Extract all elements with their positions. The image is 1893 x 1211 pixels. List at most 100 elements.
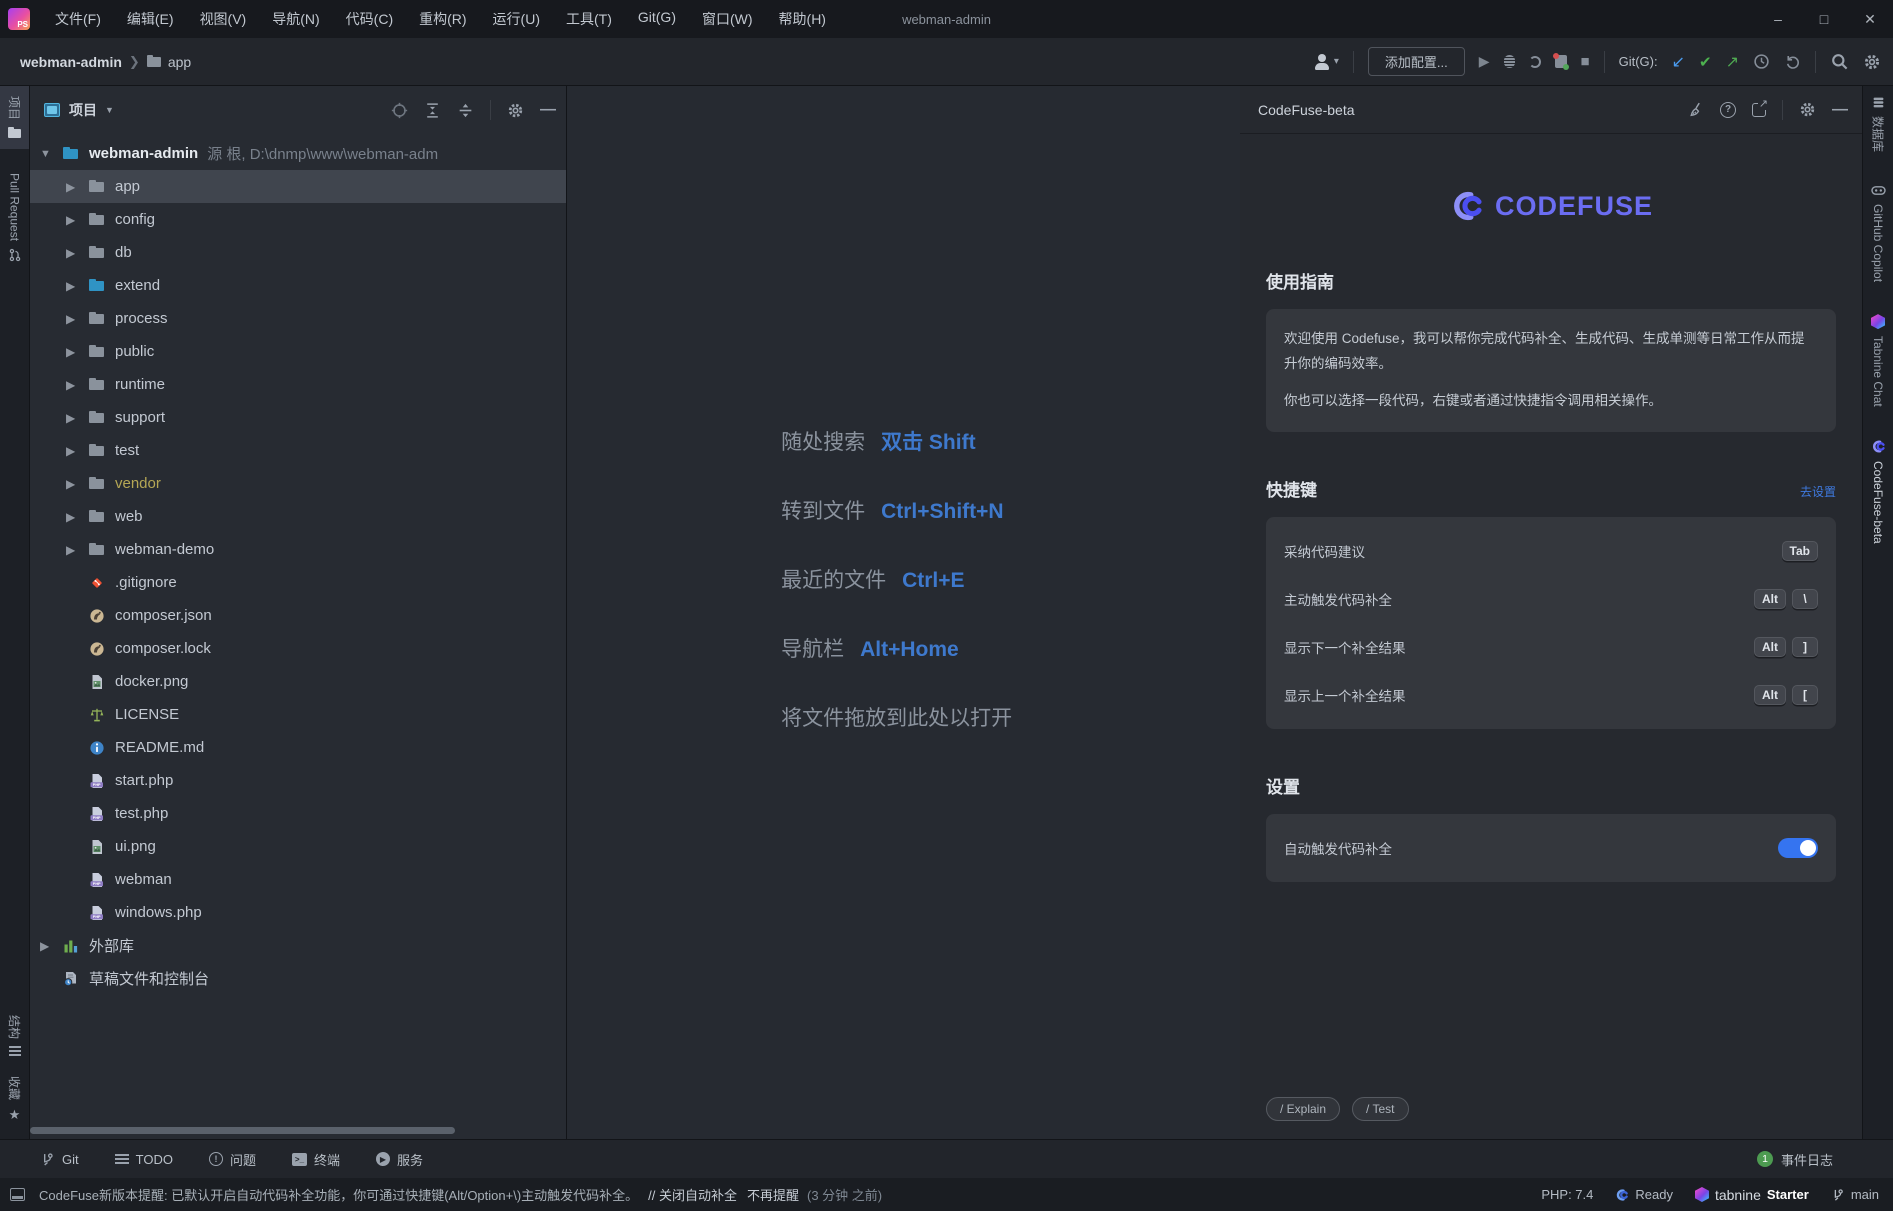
toggle-panels-icon[interactable]: [10, 1188, 25, 1201]
tool-button-problems[interactable]: ! 问题: [209, 1150, 256, 1169]
chevron-collapsed-icon[interactable]: ▶: [66, 246, 88, 260]
tree-item-support[interactable]: ▶ support: [30, 401, 566, 434]
tool-button-structure[interactable]: 结构: [0, 1005, 29, 1066]
chevron-collapsed-icon[interactable]: ▶: [66, 444, 88, 458]
coverage-icon[interactable]: [1529, 56, 1541, 68]
maximize-button[interactable]: □: [1801, 0, 1847, 38]
mute-reminder-link[interactable]: 不再提醒: [747, 1185, 799, 1204]
tool-button-git[interactable]: Git: [40, 1152, 79, 1167]
tree-item-app[interactable]: ▶ app: [30, 170, 566, 203]
tree-item-gitignore[interactable]: .gitignore: [30, 566, 566, 599]
tree-item-process[interactable]: ▶ process: [30, 302, 566, 335]
tree-item-runtime[interactable]: ▶ runtime: [30, 368, 566, 401]
search-icon[interactable]: [1830, 52, 1849, 71]
tree-item-config[interactable]: ▶ config: [30, 203, 566, 236]
chevron-collapsed-icon[interactable]: ▶: [66, 312, 88, 326]
rollback-icon[interactable]: [1784, 53, 1801, 70]
tool-button-services[interactable]: ▶ 服务: [376, 1150, 423, 1169]
tree-item-composer-lock[interactable]: composer.lock: [30, 632, 566, 665]
close-button[interactable]: ✕: [1847, 0, 1893, 38]
event-log-button[interactable]: 事件日志: [1781, 1150, 1833, 1169]
history-icon[interactable]: [1753, 53, 1770, 70]
menu-file[interactable]: 文件(F): [44, 5, 112, 33]
menu-refactor[interactable]: 重构(R): [408, 5, 477, 33]
codefuse-settings-gear-icon[interactable]: [1799, 101, 1816, 118]
menu-run[interactable]: 运行(U): [482, 5, 551, 33]
chevron-collapsed-icon[interactable]: ▶: [66, 378, 88, 392]
tree-item-scratches[interactable]: 草稿文件和控制台: [30, 962, 566, 995]
git-branch-widget[interactable]: main: [1831, 1187, 1879, 1202]
tree-item-public[interactable]: ▶ public: [30, 335, 566, 368]
tree-item-windows-php[interactable]: PHP windows.php: [30, 896, 566, 929]
run-icon[interactable]: ▶: [1479, 53, 1490, 70]
tree-item-start-php[interactable]: PHP start.php: [30, 764, 566, 797]
git-update-icon[interactable]: ↙: [1672, 52, 1685, 72]
tool-button-project[interactable]: 项目: [0, 86, 29, 149]
stop-icon[interactable]: ■: [1581, 53, 1590, 70]
tool-button-todo[interactable]: TODO: [115, 1152, 173, 1167]
open-in-browser-icon[interactable]: [1752, 103, 1766, 117]
git-push-icon[interactable]: ↗: [1726, 52, 1739, 72]
menu-navigate[interactable]: 导航(N): [261, 5, 330, 33]
chevron-collapsed-icon[interactable]: ▶: [66, 180, 88, 194]
php-version-widget[interactable]: PHP: 7.4: [1541, 1187, 1593, 1202]
tree-item-web[interactable]: ▶ web: [30, 500, 566, 533]
project-panel-title[interactable]: 项目: [69, 100, 97, 120]
tree-item-root[interactable]: ▼ webman-admin 源 根, D:\dnmp\www\webman-a…: [30, 137, 566, 170]
settings-gear-icon[interactable]: [1863, 53, 1881, 71]
clear-broom-icon[interactable]: [1687, 101, 1704, 118]
chevron-collapsed-icon[interactable]: ▶: [66, 345, 88, 359]
tool-button-tabnine[interactable]: Tabnine Chat: [1863, 304, 1893, 417]
chevron-collapsed-icon[interactable]: ▶: [66, 543, 88, 557]
chevron-collapsed-icon[interactable]: ▶: [66, 213, 88, 227]
auto-trigger-toggle[interactable]: [1778, 838, 1818, 858]
tree-item-composer-json[interactable]: composer.json: [30, 599, 566, 632]
test-command-chip[interactable]: / Test: [1352, 1097, 1408, 1121]
tree-item-test-php[interactable]: PHP test.php: [30, 797, 566, 830]
hide-panel-icon[interactable]: —: [1832, 101, 1848, 119]
chevron-expanded-icon[interactable]: ▼: [40, 148, 62, 160]
locate-file-icon[interactable]: [391, 102, 408, 119]
go-to-settings-link[interactable]: 去设置: [1800, 483, 1836, 500]
menu-tools[interactable]: 工具(T): [555, 5, 623, 33]
hide-panel-icon[interactable]: —: [540, 101, 556, 119]
tree-item-external-libraries[interactable]: ▶ 外部库: [30, 929, 566, 962]
menu-git[interactable]: Git(G): [627, 5, 687, 33]
tool-button-terminal[interactable]: >_ 终端: [292, 1150, 340, 1169]
horizontal-scrollbar[interactable]: [30, 1127, 455, 1134]
tree-item-docker-png[interactable]: docker.png: [30, 665, 566, 698]
tree-item-vendor[interactable]: ▶ vendor: [30, 467, 566, 500]
tree-item-extend[interactable]: ▶ extend: [30, 269, 566, 302]
chevron-down-icon[interactable]: ▼: [105, 105, 114, 115]
breadcrumb-folder[interactable]: app: [168, 54, 191, 70]
menu-edit[interactable]: 编辑(E): [116, 5, 185, 33]
disable-autocomplete-link[interactable]: // 关闭自动补全: [648, 1185, 737, 1204]
git-commit-icon[interactable]: ✔: [1699, 53, 1712, 71]
chevron-collapsed-icon[interactable]: ▶: [66, 411, 88, 425]
menu-view[interactable]: 视图(V): [189, 5, 258, 33]
collapse-all-icon[interactable]: [424, 102, 441, 119]
user-menu-button[interactable]: ▾: [1313, 49, 1339, 75]
minimize-button[interactable]: –: [1755, 0, 1801, 38]
chevron-collapsed-icon[interactable]: ▶: [66, 510, 88, 524]
panel-settings-gear-icon[interactable]: [507, 102, 524, 119]
tree-item-readme[interactable]: README.md: [30, 731, 566, 764]
editor-area[interactable]: 随处搜索 双击 Shift 转到文件 Ctrl+Shift+N 最近的文件 Ct…: [567, 86, 1240, 1139]
phpstorm-logo-icon[interactable]: PS: [8, 8, 30, 30]
breadcrumb-project[interactable]: webman-admin: [20, 54, 122, 70]
help-icon[interactable]: ?: [1720, 102, 1736, 118]
tree-item-webman[interactable]: PHP webman: [30, 863, 566, 896]
tool-button-pull-request[interactable]: Pull Request: [0, 163, 29, 272]
menu-code[interactable]: 代码(C): [335, 5, 404, 33]
tree-item-ui-png[interactable]: ui.png: [30, 830, 566, 863]
tabnine-status-widget[interactable]: tabnine Starter: [1695, 1187, 1809, 1203]
chevron-collapsed-icon[interactable]: ▶: [66, 477, 88, 491]
codefuse-status-widget[interactable]: Ready: [1615, 1187, 1673, 1202]
expand-collapse-icon[interactable]: [457, 102, 474, 119]
chevron-collapsed-icon[interactable]: ▶: [40, 939, 62, 953]
profiler-icon[interactable]: [1555, 55, 1567, 68]
debug-icon[interactable]: [1504, 55, 1515, 68]
explain-command-chip[interactable]: / Explain: [1266, 1097, 1340, 1121]
tree-item-db[interactable]: ▶ db: [30, 236, 566, 269]
tool-button-codefuse[interactable]: CodeFuse-beta: [1863, 429, 1893, 554]
